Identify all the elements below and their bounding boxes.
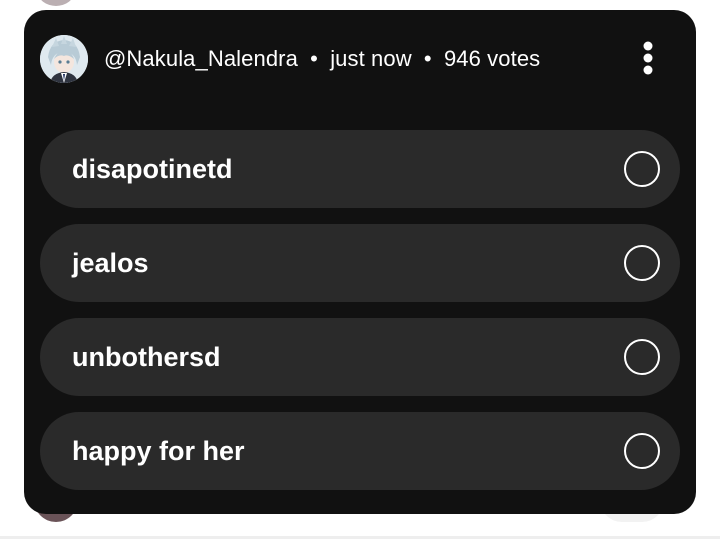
avatar-image	[40, 35, 88, 83]
poll-option-label: happy for her	[72, 435, 245, 466]
radio-button[interactable]	[624, 433, 660, 469]
poll-option[interactable]: jealos	[40, 224, 680, 302]
poll-option[interactable]: unbothersd	[40, 318, 680, 396]
more-options-button[interactable]	[632, 38, 664, 78]
poll-header: @Nakula_Nalendra • just now • 946 votes	[40, 34, 680, 84]
background-avatar	[38, 0, 74, 6]
poll-option-label: unbothersd	[72, 341, 221, 372]
author-handle[interactable]: @Nakula_Nalendra	[104, 46, 298, 71]
poll-options: disapotinetd jealos unbothersd happy for…	[40, 130, 680, 506]
poll-option-label: disapotinetd	[72, 153, 233, 184]
poll-meta: @Nakula_Nalendra • just now • 946 votes	[104, 46, 540, 72]
vote-count: 946 votes	[443, 46, 541, 71]
poll-card: @Nakula_Nalendra • just now • 946 votes …	[24, 10, 696, 514]
page: @Nakula_Nalendra • just now • 946 votes …	[0, 0, 720, 539]
meta-separator: •	[310, 46, 318, 71]
radio-button[interactable]	[624, 151, 660, 187]
radio-button[interactable]	[624, 339, 660, 375]
avatar[interactable]	[40, 35, 88, 83]
post-time: just now	[330, 46, 412, 71]
poll-option[interactable]: disapotinetd	[40, 130, 680, 208]
more-vertical-icon	[643, 41, 653, 75]
poll-option[interactable]: happy for her	[40, 412, 680, 490]
meta-separator: •	[423, 46, 432, 71]
radio-button[interactable]	[624, 245, 660, 281]
poll-option-label: jealos	[72, 247, 149, 278]
